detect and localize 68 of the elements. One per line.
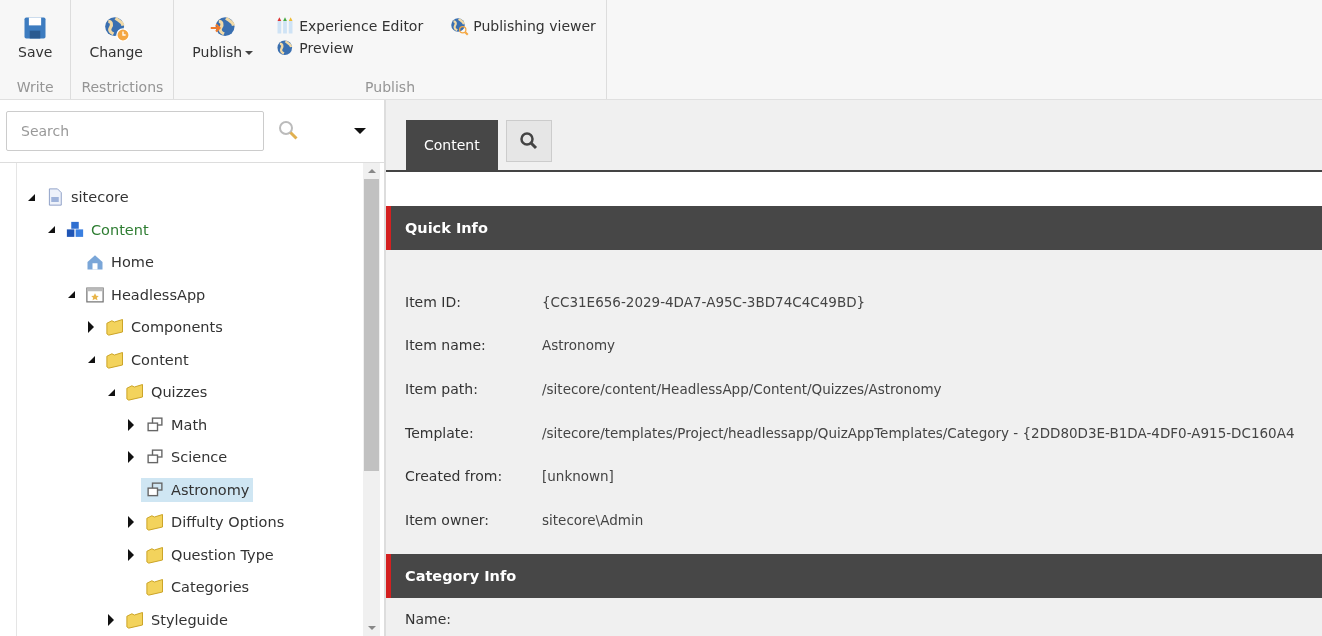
field-label: Item owner: bbox=[405, 510, 491, 530]
tree-item[interactable]: Diffulty Options bbox=[141, 510, 289, 535]
folder-icon bbox=[145, 512, 165, 533]
scrollbar-thumb[interactable] bbox=[364, 179, 379, 471]
field-value: /sitecore/templates/Project/headlessapp/QuizAppTemplates/Category - {2DD80D3E-B1DA-4DF0-A915-DC160A4 bbox=[542, 423, 1296, 443]
folder-icon bbox=[125, 382, 145, 403]
field-label: Item name: bbox=[405, 336, 487, 356]
collapse-arrow[interactable] bbox=[67, 291, 75, 299]
field-value: sitecore\Admin bbox=[542, 510, 645, 530]
field-label: Item ID: bbox=[405, 292, 462, 312]
tree-item[interactable]: sitecore bbox=[41, 185, 133, 210]
field-label: Item path: bbox=[405, 380, 479, 399]
tree-item[interactable]: Components bbox=[101, 315, 227, 340]
tree-item[interactable]: Quizzes bbox=[121, 380, 212, 405]
tree-item[interactable]: Content bbox=[61, 217, 153, 242]
field-value: /sitecore/content/HeadlessApp/Content/Quizzes/Astronomy bbox=[542, 380, 943, 399]
expand-arrow[interactable] bbox=[88, 321, 94, 334]
globe-magnifier-icon bbox=[449, 16, 470, 36]
field-label: Template: bbox=[405, 423, 475, 443]
tree-item[interactable]: Astronomy bbox=[141, 477, 254, 502]
section-header: Category Info bbox=[386, 553, 1322, 598]
field-label: Created from: bbox=[405, 467, 504, 487]
collapse-arrow[interactable] bbox=[27, 193, 35, 201]
tree-item[interactable]: Question Type bbox=[141, 542, 278, 567]
section-header: Quick Info bbox=[386, 206, 1322, 250]
folder-icon bbox=[105, 317, 125, 338]
ribbon-button[interactable]: Save bbox=[10, 14, 61, 79]
cubes-icon bbox=[65, 219, 85, 240]
field-value: Astronomy bbox=[542, 336, 617, 356]
field-value: [unknown] bbox=[542, 467, 615, 487]
field-value: {CC31E656-2029-4DA7-A95C-3BD74C4C49BD} bbox=[542, 292, 867, 312]
tree-item[interactable]: Styleguide bbox=[121, 607, 232, 632]
tree-item[interactable]: Content bbox=[101, 347, 193, 372]
ribbon-button[interactable]: Change bbox=[81, 14, 151, 79]
tab[interactable]: Content bbox=[406, 120, 498, 170]
ribbon-link[interactable]: Publishing viewer bbox=[449, 16, 596, 36]
folder-icon bbox=[125, 609, 145, 630]
expand-arrow[interactable] bbox=[128, 548, 134, 561]
ribbon-link[interactable]: Preview bbox=[275, 38, 424, 58]
dropdown-arrow[interactable] bbox=[354, 128, 366, 134]
tree-item[interactable]: HeadlessApp bbox=[81, 282, 210, 307]
folder-icon bbox=[145, 577, 165, 598]
search-icon bbox=[518, 131, 539, 151]
ribbon-link[interactable]: Experience Editor bbox=[275, 16, 424, 36]
group-label: Restrictions bbox=[81, 79, 164, 97]
group-label: Publish bbox=[364, 79, 416, 97]
collapse-arrow[interactable] bbox=[87, 356, 95, 364]
expand-arrow[interactable] bbox=[128, 516, 134, 529]
group-label: Write bbox=[15, 79, 55, 97]
tree-item[interactable]: Math bbox=[141, 412, 212, 437]
tree-item[interactable]: Science bbox=[141, 445, 232, 470]
field-label: Name: bbox=[405, 609, 453, 628]
folder-icon bbox=[145, 544, 165, 565]
globe-clock-icon bbox=[102, 14, 131, 42]
crayons-icon bbox=[275, 16, 296, 36]
expand-arrow[interactable] bbox=[128, 418, 134, 431]
ribbon-button[interactable]: Publish bbox=[184, 14, 262, 79]
search-tab[interactable] bbox=[505, 120, 552, 162]
collapse-arrow[interactable] bbox=[107, 388, 115, 396]
tree-item[interactable]: Home bbox=[81, 250, 158, 275]
folder-icon bbox=[105, 349, 125, 370]
collapse-arrow[interactable] bbox=[47, 226, 55, 234]
scroll-up-arrow[interactable] bbox=[367, 169, 376, 173]
expand-arrow[interactable] bbox=[108, 613, 114, 626]
scroll-down-arrow[interactable] bbox=[367, 626, 376, 630]
search-field[interactable]: Search bbox=[6, 111, 264, 151]
expand-arrow[interactable] bbox=[128, 451, 134, 464]
tree-item[interactable]: Categories bbox=[141, 575, 254, 600]
